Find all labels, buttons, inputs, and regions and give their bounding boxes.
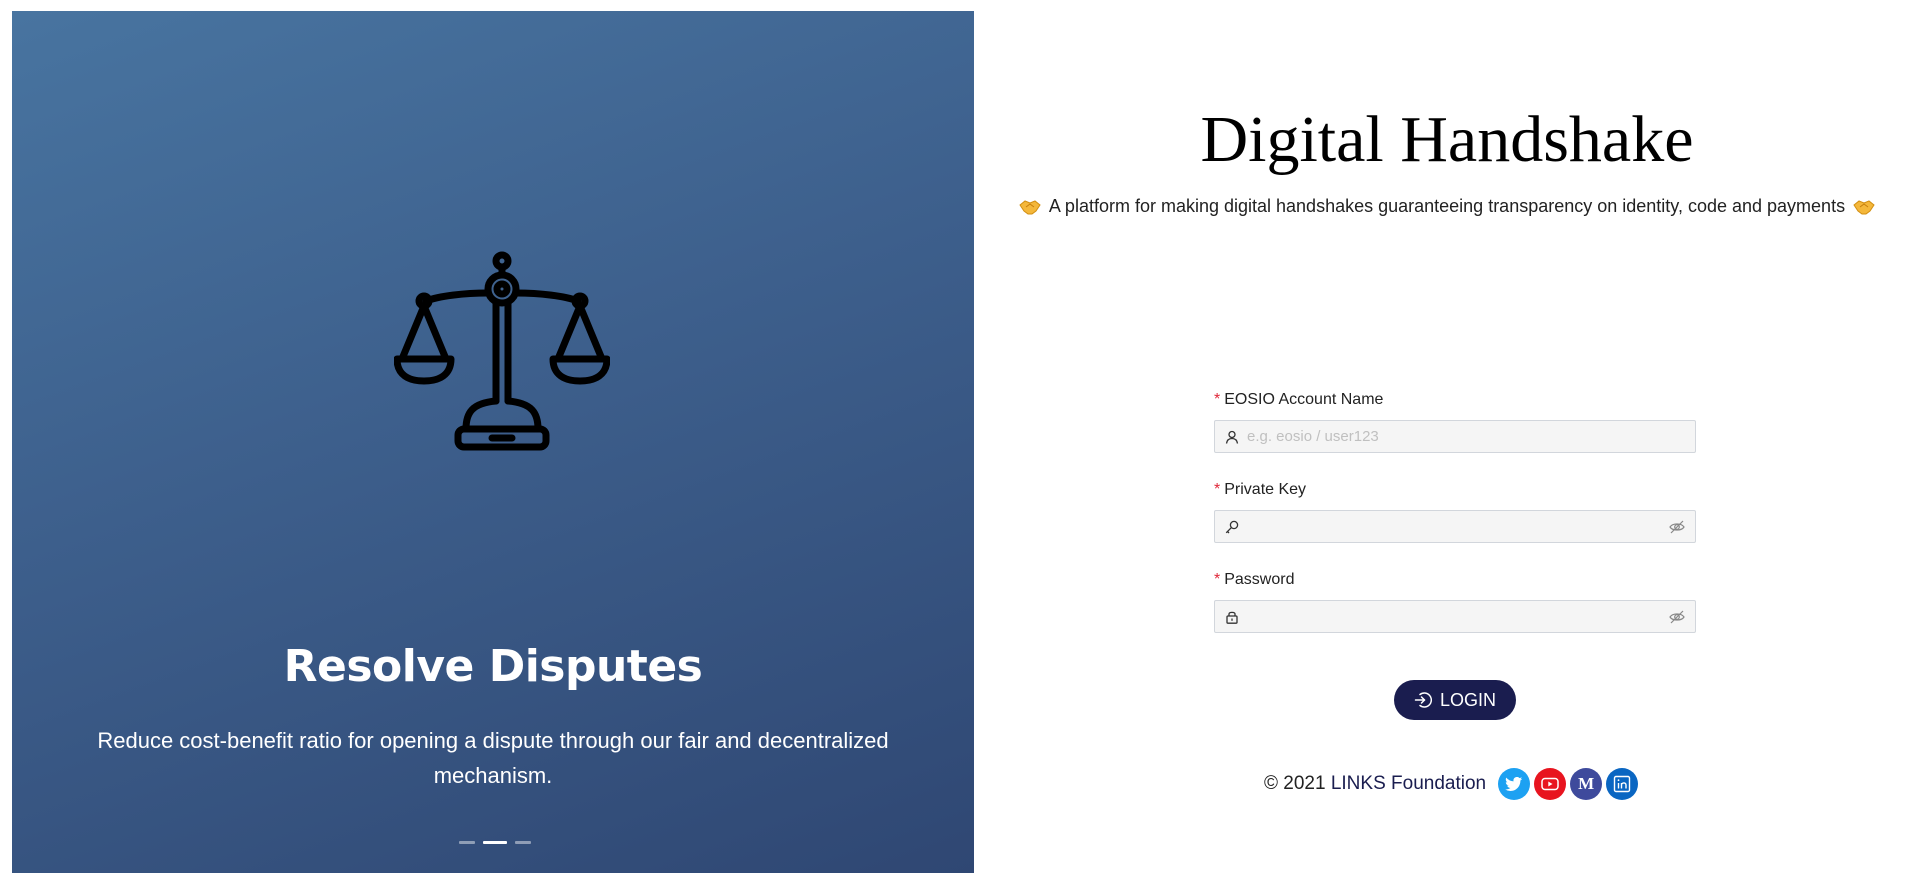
login-button[interactable]: LOGIN <box>1394 680 1516 720</box>
footer-copyright: © 2021 LINKS Foundation <box>1264 773 1487 794</box>
account-name-field: * EOSIO Account Name <box>1214 388 1696 453</box>
private-key-label: Private Key <box>1224 481 1307 498</box>
login-button-label: LOGIN <box>1439 689 1496 710</box>
handshake-icon <box>1019 199 1041 214</box>
carousel-dot-3[interactable] <box>515 841 531 844</box>
carousel-description: Reduce cost-benefit ratio for opening a … <box>97 728 889 788</box>
account-name-input[interactable] <box>1247 428 1685 445</box>
carousel-dot-1[interactable] <box>459 841 475 844</box>
page-title: Digital Handshake <box>1200 103 1694 176</box>
required-marker: * <box>1214 391 1221 408</box>
user-icon <box>1225 430 1239 444</box>
required-marker: * <box>1214 481 1221 498</box>
private-key-field: * Private Key <box>1214 478 1696 543</box>
carousel-dots <box>459 841 531 844</box>
twitter-icon[interactable] <box>1498 768 1531 800</box>
eye-invisible-icon[interactable] <box>1669 609 1685 625</box>
login-form: * EOSIO Account Name * Private Key <box>1214 388 1696 633</box>
scales-icon <box>394 251 610 451</box>
key-icon <box>1225 520 1239 533</box>
page-subtitle: A platform for making digital handshakes… <box>974 196 1920 217</box>
required-marker: * <box>1214 571 1221 588</box>
login-icon <box>1414 692 1432 708</box>
subtitle-text: A platform for making digital handshakes… <box>1048 196 1846 216</box>
account-name-input-wrapper[interactable] <box>1214 420 1696 453</box>
youtube-icon[interactable] <box>1534 768 1567 800</box>
carousel-dot-2[interactable] <box>483 841 507 844</box>
carousel-title: Resolve Disputes <box>283 641 703 692</box>
footer: © 2021 LINKS Foundation M <box>1264 766 1639 802</box>
linkedin-icon[interactable] <box>1606 768 1639 800</box>
eye-invisible-icon[interactable] <box>1669 519 1685 535</box>
private-key-input[interactable] <box>1247 518 1661 535</box>
lock-icon <box>1226 611 1238 624</box>
password-label: Password <box>1224 571 1295 588</box>
medium-icon[interactable]: M <box>1570 768 1603 800</box>
password-input-wrapper[interactable] <box>1214 600 1696 633</box>
password-field: * Password <box>1214 568 1696 633</box>
password-input[interactable] <box>1247 608 1661 625</box>
carousel: Resolve Disputes Reduce cost-benefit rat… <box>12 11 974 873</box>
social-links: M <box>1498 768 1639 800</box>
footer-org-link[interactable]: LINKS Foundation <box>1331 773 1486 794</box>
private-key-input-wrapper[interactable] <box>1214 510 1696 543</box>
account-name-label: EOSIO Account Name <box>1224 391 1384 408</box>
handshake-icon <box>1853 199 1875 214</box>
